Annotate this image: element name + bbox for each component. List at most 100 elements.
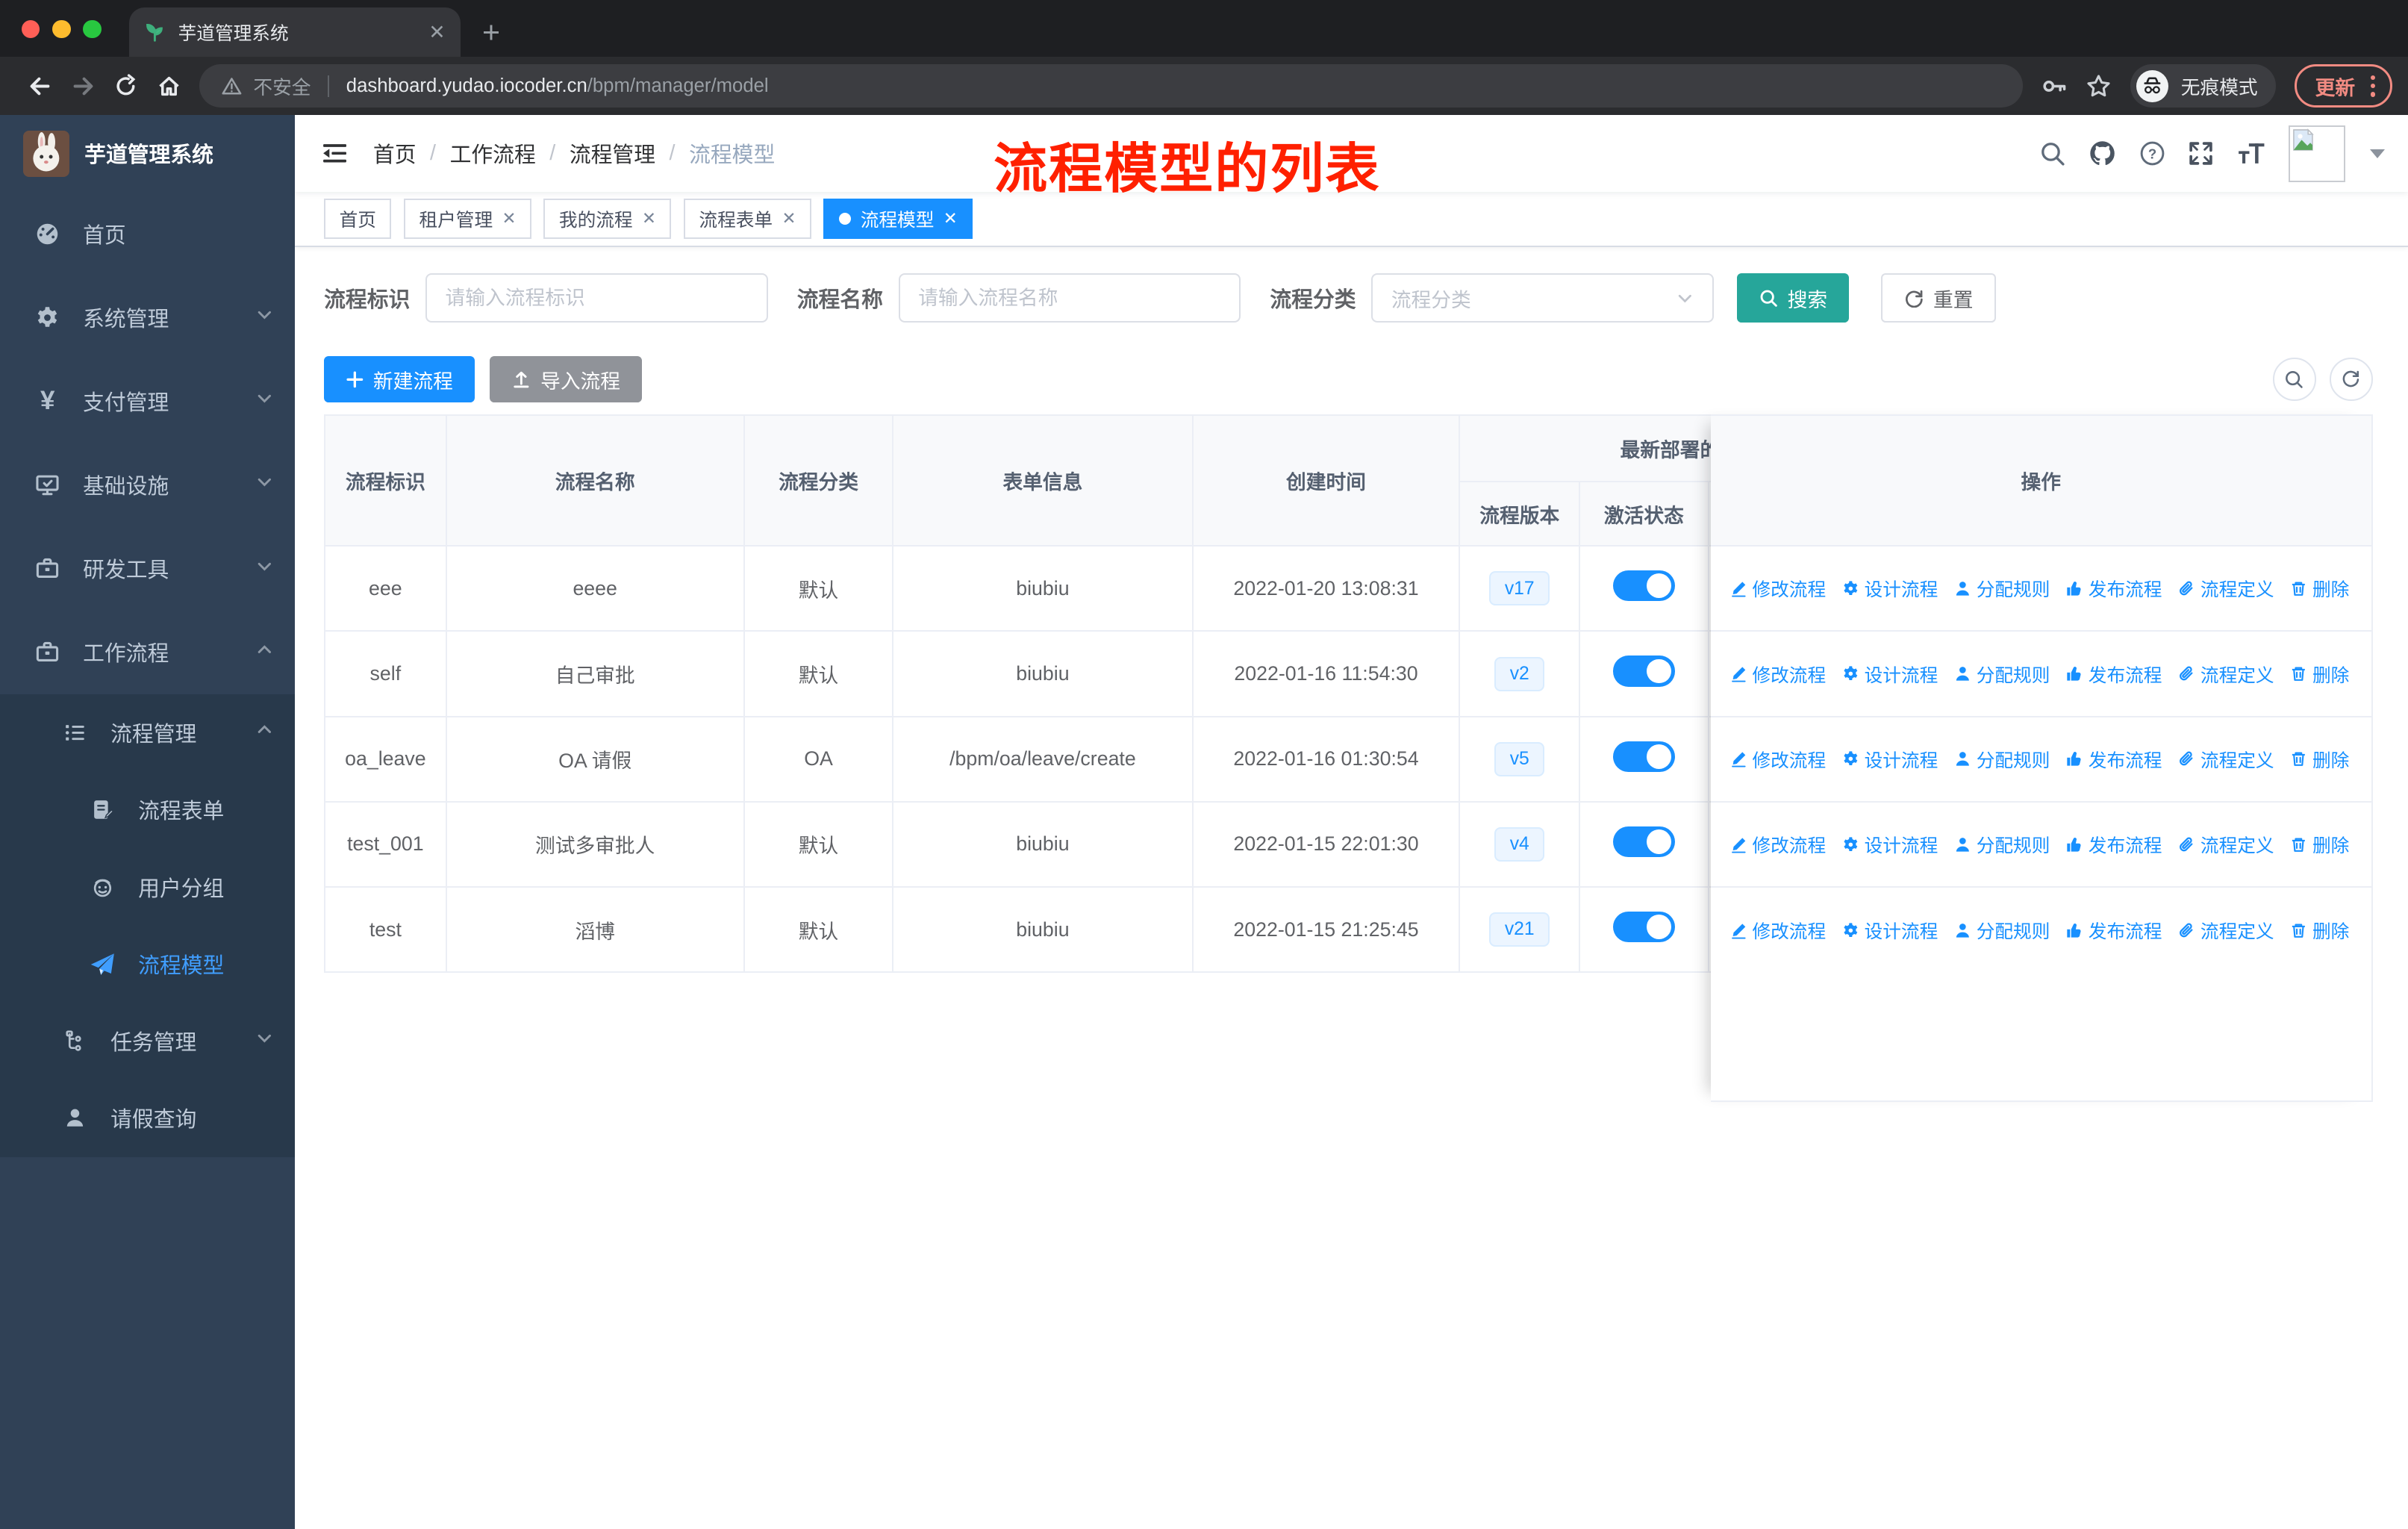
reset-button[interactable]: 重置 [1881,273,1997,323]
publish-process-link[interactable]: 发布流程 [2065,661,2162,688]
sidebar-item-system[interactable]: 系统管理 [0,275,295,359]
tab-close-icon[interactable]: ✕ [428,22,445,43]
tag-my-process[interactable]: 我的流程 ✕ [543,199,672,239]
tag-tenant[interactable]: 租户管理 ✕ [403,199,531,239]
sidebar-item-devtools[interactable]: 研发工具 [0,527,295,611]
github-icon[interactable] [2088,139,2117,168]
design-process-link[interactable]: 设计流程 [1841,746,1938,773]
refresh-table-icon[interactable] [2330,358,2373,401]
edit-process-link[interactable]: 修改流程 [1729,575,1826,602]
design-process-link[interactable]: 设计流程 [1841,917,1938,944]
process-name-link[interactable]: 滔博 [445,885,745,974]
process-category-select[interactable]: 流程分类 [1371,273,1714,323]
process-name-input[interactable] [898,273,1241,323]
reload-icon[interactable] [105,64,148,108]
sidebar-item-workflow[interactable]: 工作流程 [0,611,295,694]
assign-rule-link[interactable]: 分配规则 [1953,831,2050,858]
breadcrumb-item[interactable]: 首页 [373,138,417,169]
minimize-window-button[interactable] [52,19,71,39]
create-process-button[interactable]: 新建流程 [324,356,475,402]
sidebar-item-process-form[interactable]: 流程表单 [0,771,295,848]
process-name-link[interactable]: 自己审批 [445,630,745,717]
process-definition-link[interactable]: 流程定义 [2177,917,2274,944]
update-button[interactable]: 更新 [2294,64,2393,108]
back-icon[interactable] [19,64,62,108]
process-key-input[interactable] [425,273,768,323]
active-toggle[interactable] [1613,741,1675,772]
active-toggle[interactable] [1613,911,1675,943]
form-info-link[interactable]: /bpm/oa/leave/create [892,715,1194,803]
publish-process-link[interactable]: 发布流程 [2065,575,2162,602]
delete-link[interactable]: 删除 [2289,917,2349,944]
sidebar-item-leave-query[interactable]: 请假查询 [0,1080,295,1156]
process-definition-link[interactable]: 流程定义 [2177,661,2274,688]
avatar[interactable] [2289,125,2346,182]
active-toggle[interactable] [1613,655,1675,687]
sidebar-item-user-group[interactable]: 用户分组 [0,848,295,925]
delete-link[interactable]: 删除 [2289,746,2349,773]
tag-process-model[interactable]: 流程模型 ✕ [823,199,973,239]
browser-menu-icon[interactable] [2370,75,2378,97]
process-definition-link[interactable]: 流程定义 [2177,746,2274,773]
avatar-caret-icon[interactable] [2370,149,2386,158]
import-process-button[interactable]: 导入流程 [490,356,642,402]
bookmark-star-icon[interactable] [2086,73,2112,99]
key-icon[interactable] [2042,73,2068,99]
sidebar-item-home[interactable]: 首页 [0,192,295,275]
zoom-window-button[interactable] [83,19,102,39]
design-process-link[interactable]: 设计流程 [1841,575,1938,602]
publish-process-link[interactable]: 发布流程 [2065,831,2162,858]
sidebar-item-process-mgmt[interactable]: 流程管理 [0,694,295,771]
font-size-icon[interactable] [2236,140,2267,167]
collapse-sidebar-icon[interactable] [321,140,349,167]
form-info-link[interactable]: biubiu [892,630,1194,717]
edit-process-link[interactable]: 修改流程 [1729,746,1826,773]
sidebar-item-infra[interactable]: 基础设施 [0,443,295,527]
publish-process-link[interactable]: 发布流程 [2065,917,2162,944]
tag-process-form[interactable]: 流程表单 ✕ [683,199,811,239]
breadcrumb-item[interactable]: 流程管理 [570,138,655,169]
search-button[interactable]: 搜索 [1736,273,1849,323]
edit-process-link[interactable]: 修改流程 [1729,917,1826,944]
active-toggle[interactable] [1613,826,1675,857]
new-tab-button[interactable]: + [482,16,500,48]
assign-rule-link[interactable]: 分配规则 [1953,746,2050,773]
close-icon[interactable]: ✕ [642,209,656,228]
process-name-link[interactable]: OA 请假 [445,715,745,803]
design-process-link[interactable]: 设计流程 [1841,661,1938,688]
help-icon[interactable]: ? [2139,140,2166,167]
delete-link[interactable]: 删除 [2289,661,2349,688]
process-definition-link[interactable]: 流程定义 [2177,831,2274,858]
delete-link[interactable]: 删除 [2289,831,2349,858]
close-icon[interactable]: ✕ [782,209,796,228]
breadcrumb-item[interactable]: 工作流程 [450,138,536,169]
active-toggle[interactable] [1613,570,1675,602]
traffic-lights[interactable] [21,19,102,39]
logo[interactable]: 芋道管理系统 [0,115,295,192]
delete-link[interactable]: 删除 [2289,575,2349,602]
browser-tab[interactable]: 芋道管理系统 ✕ [128,7,461,57]
assign-rule-link[interactable]: 分配规则 [1953,575,2050,602]
sidebar-item-process-model[interactable]: 流程模型 [0,926,295,1003]
fullscreen-icon[interactable] [2187,140,2215,167]
close-icon[interactable]: ✕ [502,209,516,228]
home-icon[interactable] [147,64,190,108]
close-icon[interactable]: ✕ [943,209,958,228]
edit-process-link[interactable]: 修改流程 [1729,661,1826,688]
assign-rule-link[interactable]: 分配规则 [1953,917,2050,944]
address-bar[interactable]: 不安全 dashboard.yudao.iocoder.cn/bpm/manag… [199,64,2023,108]
tag-home[interactable]: 首页 [324,199,392,239]
form-info-link[interactable]: biubiu [892,800,1194,888]
publish-process-link[interactable]: 发布流程 [2065,746,2162,773]
design-process-link[interactable]: 设计流程 [1841,831,1938,858]
assign-rule-link[interactable]: 分配规则 [1953,661,2050,688]
form-info-link[interactable]: biubiu [892,885,1194,974]
process-name-link[interactable]: eeee [445,545,745,632]
form-info-link[interactable]: biubiu [892,545,1194,632]
show-search-icon[interactable] [2272,358,2316,401]
search-icon[interactable] [2039,140,2066,167]
edit-process-link[interactable]: 修改流程 [1729,831,1826,858]
process-definition-link[interactable]: 流程定义 [2177,575,2274,602]
sidebar-item-task-mgmt[interactable]: 任务管理 [0,1003,295,1080]
close-window-button[interactable] [21,19,40,39]
